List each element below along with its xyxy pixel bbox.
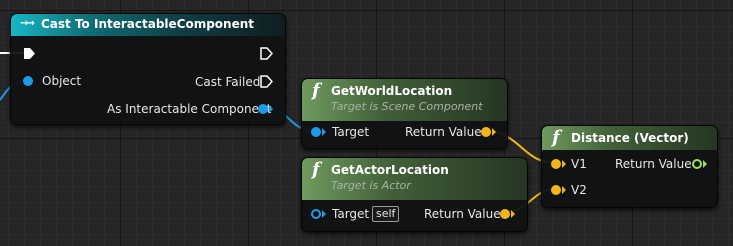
- cast-failed-label: Cast Failed: [195, 75, 261, 89]
- distance-return-arrow-icon: [703, 160, 707, 168]
- target-pin[interactable]: [311, 127, 321, 137]
- as-component-pin[interactable]: [258, 104, 268, 114]
- self-default-value[interactable]: self: [372, 206, 400, 222]
- return-value-pin[interactable]: [481, 127, 491, 137]
- object-label: Object: [42, 74, 82, 88]
- distance-header[interactable]: f Distance (Vector): [542, 126, 717, 150]
- actor-target-label: Target: [332, 207, 370, 221]
- v1-label: V1: [571, 157, 587, 171]
- cast-node[interactable]: →→ Cast To InteractableComponent Object …: [10, 13, 286, 125]
- distance-node[interactable]: f Distance (Vector) V1 Return Value V2: [541, 125, 718, 208]
- distance-return-value-pin[interactable]: [692, 159, 702, 169]
- distance-title: Distance (Vector): [571, 131, 689, 145]
- actor-return-arrow-icon: [511, 210, 515, 218]
- exec-out-pin[interactable]: [260, 47, 273, 60]
- v2-pin[interactable]: [551, 185, 561, 195]
- get-actor-location-subtitle: Target is Actor: [331, 179, 411, 192]
- function-icon: f: [312, 159, 320, 180]
- actor-return-value-label: Return Value: [424, 207, 501, 221]
- as-component-label: As Interactable Component: [107, 102, 272, 116]
- v2-label: V2: [571, 183, 587, 197]
- v1-pin[interactable]: [551, 159, 561, 169]
- function-icon: f: [552, 127, 560, 148]
- actor-target-pin[interactable]: [311, 209, 321, 219]
- target-label: Target: [332, 125, 370, 139]
- get-world-location-header[interactable]: f GetWorldLocation Target is Scene Compo…: [302, 79, 507, 121]
- cast-failed-pin[interactable]: [260, 75, 273, 88]
- get-actor-location-node[interactable]: f GetActorLocation Target is Actor Targe…: [301, 157, 528, 232]
- get-world-location-title: GetWorldLocation: [331, 84, 453, 98]
- actor-target-arrow-icon: [322, 210, 326, 218]
- object-pin[interactable]: [23, 76, 33, 86]
- target-arrow-icon: [322, 128, 326, 136]
- cast-node-header[interactable]: →→ Cast To InteractableComponent: [11, 14, 285, 36]
- cast-arrows-icon: →→: [20, 18, 35, 29]
- get-world-location-subtitle: Target is Scene Component: [331, 100, 483, 113]
- distance-return-value-label: Return Value: [615, 157, 692, 171]
- function-icon: f: [312, 80, 320, 101]
- get-actor-location-title: GetActorLocation: [331, 163, 449, 177]
- as-component-arrow-icon: [269, 105, 273, 113]
- cast-node-title: Cast To InteractableComponent: [41, 17, 255, 31]
- exec-in-pin[interactable]: [23, 47, 36, 60]
- get-world-location-node[interactable]: f GetWorldLocation Target is Scene Compo…: [301, 78, 508, 149]
- return-value-arrow-icon: [492, 128, 496, 136]
- get-actor-location-header[interactable]: f GetActorLocation Target is Actor: [302, 158, 527, 200]
- v2-arrow-icon: [562, 186, 566, 194]
- actor-return-value-pin[interactable]: [500, 209, 510, 219]
- v1-arrow-icon: [562, 160, 566, 168]
- return-value-label: Return Value: [405, 125, 482, 139]
